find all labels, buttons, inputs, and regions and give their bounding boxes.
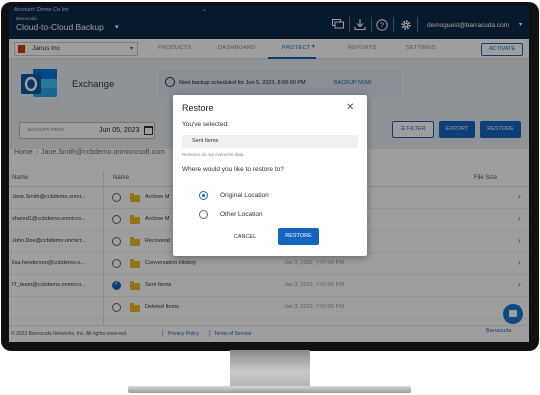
restore-dialog: Restore ✕ You've selected: Sent Items Re… — [173, 95, 367, 256]
monitor-chin — [9, 342, 529, 348]
original-location-label[interactable]: Original Location — [220, 192, 269, 199]
restore-question: Where would you like to restore to? — [182, 166, 284, 173]
confirm-restore-button[interactable]: RESTORE — [278, 228, 319, 245]
restore-note: Restores do not overwrite data. — [182, 152, 245, 157]
other-location-label[interactable]: Other Location — [220, 211, 263, 218]
app-screen: Account: Demo Co Inc ⌄ Barracuda Cloud-t… — [9, 6, 529, 342]
close-icon[interactable]: ✕ — [346, 102, 354, 113]
original-location-radio[interactable] — [199, 191, 208, 200]
dialog-title: Restore — [182, 103, 214, 113]
selected-item: Sent Items — [182, 135, 358, 148]
monitor-base — [128, 386, 411, 393]
cancel-button[interactable]: CANCEL — [225, 230, 265, 244]
other-location-radio[interactable] — [199, 210, 208, 219]
monitor-stand — [230, 350, 310, 386]
selected-label: You've selected: — [182, 121, 229, 128]
